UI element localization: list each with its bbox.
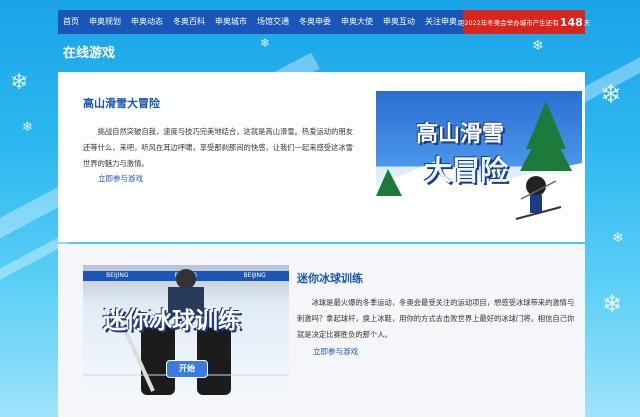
game-description: 冰球是最火爆的冬季运动，冬奥会最受关注的运动项目，想感受冰球带来的激情与刺激吗？… [297,298,575,339]
countdown-prefix: 距2022年冬奥会举办城市产生还有 [457,19,559,27]
game-title[interactable]: 高山滑雪大冒险 [83,95,160,111]
snowflake-icon: ❄ [260,36,271,50]
snowflake-icon: ❄ [22,120,33,135]
nav-item-committee[interactable]: 冬奥申委 [294,10,336,34]
nav-item-news[interactable]: 申奥动态 [126,10,168,34]
game-description: 挑战自然突破自我，速度与技巧完美地结合，这就是高山滑雪。热爱运动的朋友还等什么，… [83,127,353,168]
start-button[interactable]: 开始 [166,360,208,378]
snowflake-icon: ❄ [600,80,622,110]
countdown-number: 148 [559,15,583,29]
nav-item-cities[interactable]: 申奥城市 [210,10,252,34]
countdown-suffix: 天 [583,19,591,27]
nav-item-venues[interactable]: 场馆交通 [252,10,294,34]
snowflake-icon: ❄ [10,70,29,95]
skiing-game-banner[interactable]: 高山滑雪 大冒险 [376,91,582,227]
banner-text-line1: 高山滑雪 [416,122,505,147]
nav-item-plan[interactable]: 申奥规划 [84,10,126,34]
nav-item-encyclopedia[interactable]: 冬奥百科 [168,10,210,34]
game-card-hockey: BEIJING BEIJING BEIJING 迷你冰球训练 开始 迷你冰球训练… [58,244,585,417]
snowflake-icon: ❄ [532,38,544,54]
main-nav: 首页 申奥规划 申奥动态 冬奥百科 申奥城市 场馆交通 冬奥申委 申奥大使 申奥… [58,10,590,34]
banner-text-line2: 大冒险 [424,154,509,187]
nav-item-interactive[interactable]: 申奥互动 [378,10,420,34]
snowflake-icon: ❄ [612,230,624,246]
section-title: 在线游戏 [63,46,116,61]
game-card-skiing: 高山滑雪大冒险 挑战自然突破自我，速度与技巧完美地结合，这就是高山滑雪。热爱运动… [58,72,585,242]
join-game-link[interactable]: 立即参与游戏 [98,173,143,184]
banner-text: 迷你冰球训练 [103,308,241,334]
hockey-game-banner[interactable]: BEIJING BEIJING BEIJING 迷你冰球训练 开始 [83,265,289,401]
nav-item-follow[interactable]: 关注申奥 [420,10,462,34]
game-title[interactable]: 迷你冰球训练 [297,270,363,286]
snowflake-icon: ❄ [602,290,623,318]
countdown-banner: 距2022年冬奥会举办城市产生还有 148 天 [458,10,590,34]
nav-item-home[interactable]: 首页 [58,10,84,34]
nav-item-ambassadors[interactable]: 申奥大使 [336,10,378,34]
join-game-link[interactable]: 立即参与游戏 [313,346,358,357]
